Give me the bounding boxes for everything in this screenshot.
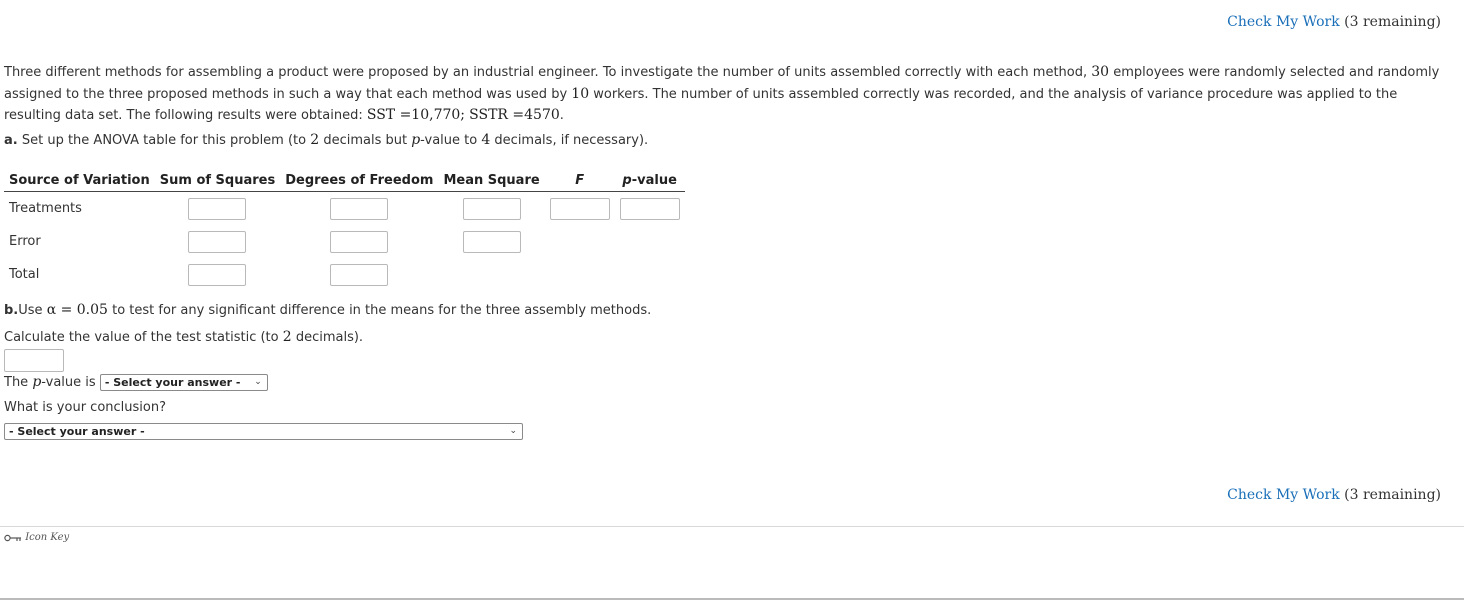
p-symbol: p [411, 132, 421, 148]
row-label: Total [9, 267, 40, 282]
part-a-text-3: -value to [420, 133, 478, 148]
part-a-p-decimals: 4 [481, 132, 491, 148]
treatments-ms-input[interactable] [462, 197, 521, 220]
test-statistic-input[interactable] [4, 349, 64, 372]
error-ss-input[interactable] [188, 230, 247, 253]
table-row-treatments: Treatments [4, 192, 685, 226]
header-p-italic: p [622, 172, 632, 188]
calc-decimals: 2 [282, 329, 292, 345]
treatments-ss-input[interactable] [188, 197, 247, 220]
check-my-work-bottom: Check My Work (3 remaining) [1227, 487, 1441, 503]
intro-end: . [559, 108, 564, 123]
employee-count: 30 [1091, 64, 1110, 80]
part-a-instruction: a. Set up the ANOVA table for this probl… [4, 132, 648, 148]
key-icon [4, 534, 21, 541]
icon-key-link[interactable]: Icon Key [4, 532, 69, 543]
header-degrees-of-freedom: Degrees of Freedom [280, 169, 439, 192]
row-label: Error [9, 234, 41, 249]
p-value-select-label: - Select your answer - [104, 376, 241, 389]
treatments-f-input[interactable] [549, 197, 610, 220]
calc-text-1: Calculate the value of the test statisti… [4, 330, 279, 345]
check-my-work-link[interactable]: Check My Work [1227, 487, 1340, 503]
total-ss-input[interactable] [188, 263, 247, 286]
remaining-count: (3 remaining) [1344, 487, 1441, 503]
header-source: Source of Variation [4, 169, 155, 192]
error-df-input[interactable] [330, 230, 389, 253]
conclusion-select[interactable]: - Select your answer - ⌄ [4, 423, 523, 440]
chevron-down-icon: ⌄ [509, 426, 517, 436]
part-b-text-1: Use [18, 303, 43, 318]
part-b-text-2: to test for any significant difference i… [112, 303, 652, 318]
remaining-count: (3 remaining) [1344, 14, 1441, 30]
anova-header-row: Source of Variation Sum of Squares Degre… [4, 169, 685, 192]
separator: ; [460, 107, 466, 123]
icon-key-label: Icon Key [25, 532, 70, 543]
table-row-error: Error [4, 225, 685, 258]
worker-count: 10 [571, 85, 590, 102]
sstr-value: SSTR =4570 [469, 107, 560, 123]
anova-table: Source of Variation Sum of Squares Degre… [4, 169, 685, 291]
pvalue-text-2: -value is [41, 375, 96, 390]
part-a-label: a. [4, 133, 18, 148]
header-sum-of-squares: Sum of Squares [154, 169, 281, 192]
table-row-total: Total [4, 258, 685, 291]
problem-statement: Three different methods for assembling a… [4, 62, 1454, 127]
header-p-value: p-value [614, 169, 685, 192]
alpha-value: α = 0.05 [46, 302, 108, 318]
check-my-work-link[interactable]: Check My Work [1227, 14, 1340, 30]
total-df-input[interactable] [330, 263, 389, 286]
test-statistic-instruction: Calculate the value of the test statisti… [4, 329, 363, 345]
part-a-text-4: decimals, if necessary). [494, 133, 649, 148]
pvalue-text-1: The [4, 375, 29, 390]
treatments-df-input[interactable] [330, 197, 389, 220]
header-mean-square: Mean Square [438, 169, 545, 192]
conclusion-question: What is your conclusion? [4, 400, 166, 415]
header-f-label: F [575, 172, 585, 188]
p-value-select[interactable]: - Select your answer - ⌄ [99, 374, 268, 391]
pvalue-p-symbol: p [32, 374, 42, 390]
treatments-p-value-input[interactable] [619, 197, 680, 220]
sst-value: SST =10,770 [366, 107, 461, 123]
divider [0, 526, 1464, 527]
intro-text-1: Three different methods for assembling a… [4, 65, 1088, 80]
conclusion-select-label: - Select your answer - [9, 425, 145, 438]
p-value-row: The p-value is - Select your answer - ⌄ [4, 374, 268, 391]
header-p-rest: -value [631, 172, 677, 188]
check-my-work-top: Check My Work (3 remaining) [1227, 14, 1441, 30]
part-b-instruction: b.Use α = 0.05 to test for any significa… [4, 302, 651, 318]
part-a-text-2: decimals but [323, 133, 408, 148]
row-label: Treatments [9, 201, 82, 216]
calc-text-2: decimals). [295, 330, 364, 345]
header-f: F [544, 169, 615, 192]
chevron-down-icon: ⌄ [254, 377, 262, 387]
part-a-text-1: Set up the ANOVA table for this problem … [21, 133, 307, 148]
part-b-label: b. [4, 303, 19, 318]
part-a-decimals: 2 [310, 132, 320, 148]
error-ms-input[interactable] [462, 230, 521, 253]
